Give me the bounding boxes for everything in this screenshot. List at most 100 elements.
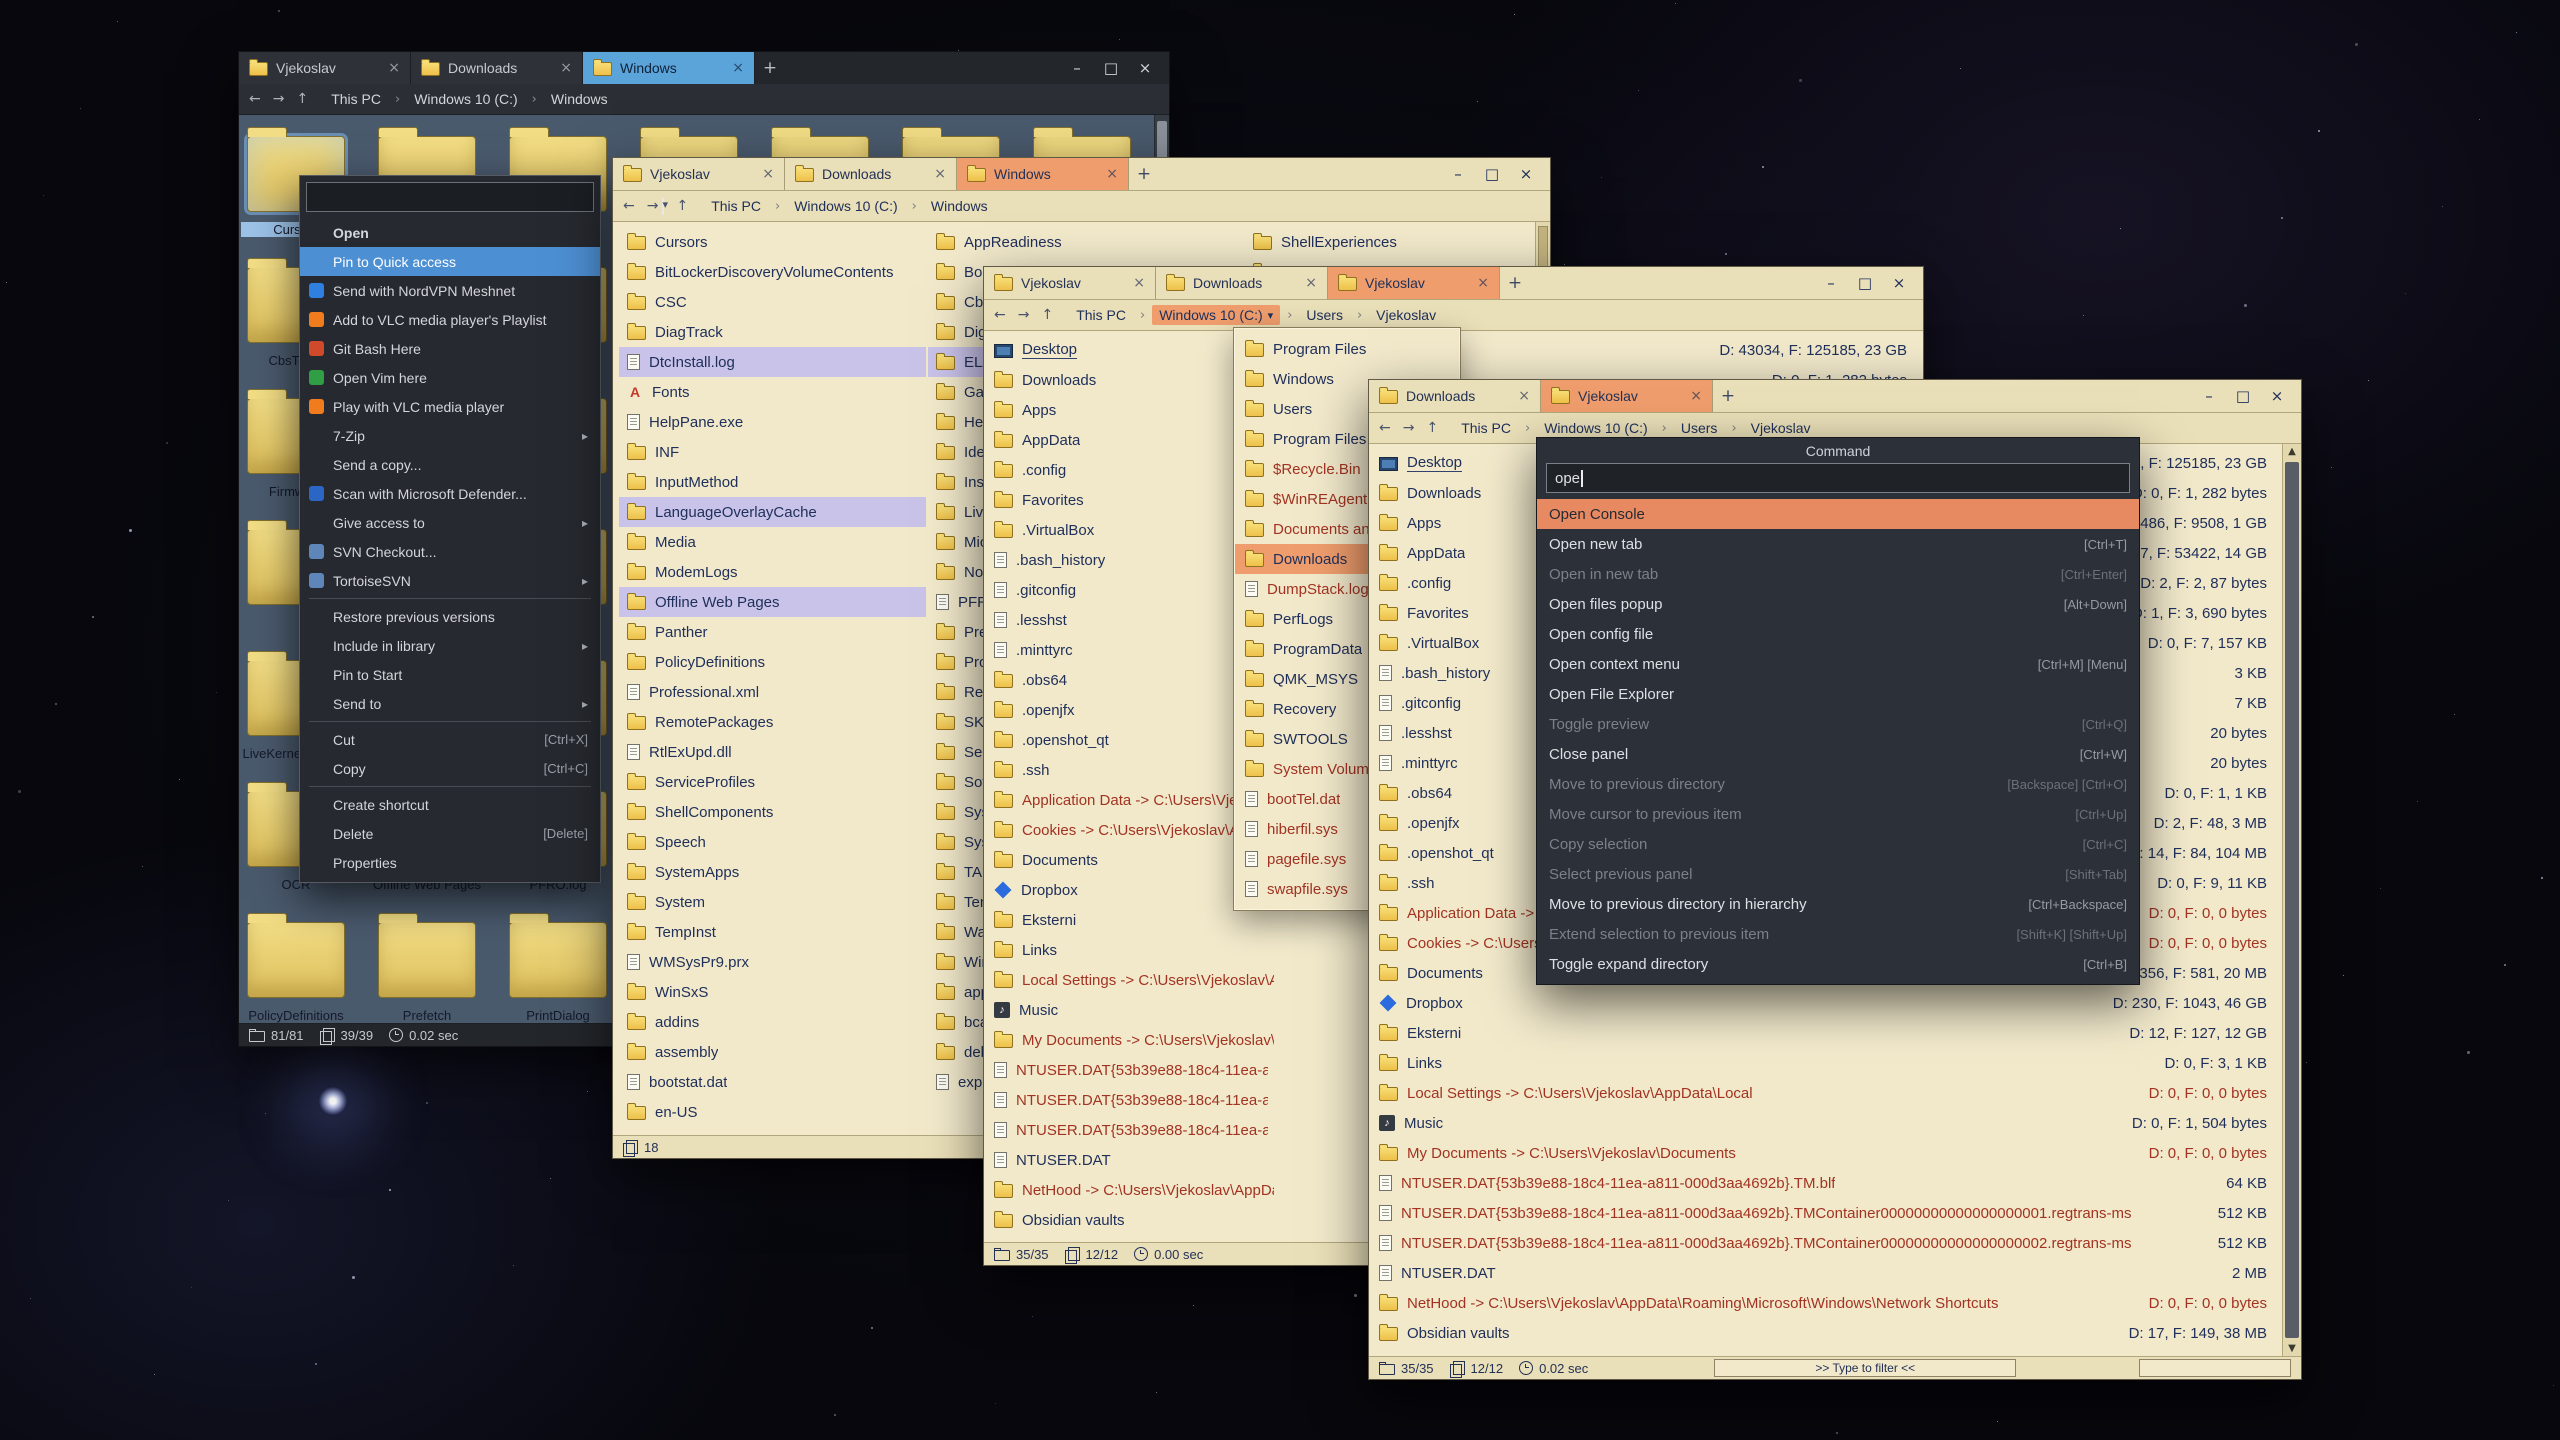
tab-close-icon[interactable]: × (1518, 388, 1530, 404)
file-row-program-files[interactable]: Program Files (1235, 334, 1459, 364)
file-row-offline-web-pages[interactable]: Offline Web Pages (619, 587, 926, 617)
file-row-panther[interactable]: Panther (619, 617, 926, 647)
file-row-diagtrack[interactable]: DiagTrack (619, 317, 926, 347)
palette-command-copy-selection[interactable]: Copy selection[Ctrl+C] (1537, 829, 2139, 859)
file-row-dropbox[interactable]: DropboxD: 230, F: 1043, 46 GB (1371, 988, 2299, 1018)
window-maximize-button[interactable]: □ (1095, 59, 1127, 77)
scroll-up-icon[interactable]: ▲ (2283, 446, 2301, 457)
history-dropdown-icon[interactable]: ▾ (662, 198, 664, 215)
palette-search-input[interactable]: ope (1546, 463, 2130, 493)
window-titlebar[interactable]: Vjekoslav×Downloads×Windows×+ –□× (613, 158, 1550, 191)
breadcrumb-item-this-pc[interactable]: This PC (704, 196, 768, 216)
file-row-ntuser-dat-53b39e88-18c4-11ea-a811-000d3aa4692b-tmcontainer00000000000000000001-regtrans-ms[interactable]: NTUSER.DAT{53b39e88-18c4-11ea-a811-000d3… (1371, 1198, 2299, 1228)
tab-vjekoslav[interactable]: Vjekoslav× (984, 267, 1156, 299)
file-row-wmsyspr9-prx[interactable]: WMSysPr9.prx (619, 947, 926, 977)
scrollbar-thumb[interactable] (2285, 462, 2299, 1338)
menu-item-create-shortcut[interactable]: Create shortcut (300, 790, 600, 819)
tab-vjekoslav[interactable]: Vjekoslav× (1541, 380, 1713, 412)
grid-item[interactable]: PolicyDefinitions (241, 910, 351, 1023)
breadcrumb-item-windows-10-c[interactable]: Windows 10 (C:) (787, 196, 904, 216)
palette-command-move-to-previous-directory-in-hierarchy[interactable]: Move to previous directory in hierarchy[… (1537, 889, 2139, 919)
drive-dropdown-caret-icon[interactable]: ▾ (1268, 309, 1274, 322)
file-row-nethood[interactable]: NetHood -> C:\Users\Vjekoslav\AppData\Ro… (1371, 1288, 2299, 1318)
file-row-cursors[interactable]: Cursors (619, 227, 926, 257)
tab-vjekoslav[interactable]: Vjekoslav× (1328, 267, 1500, 299)
forward-icon[interactable]: → (1403, 420, 1415, 436)
file-row-bootstat-dat[interactable]: bootstat.dat (619, 1067, 926, 1097)
palette-command-open-file-explorer[interactable]: Open File Explorer (1537, 679, 2139, 709)
breadcrumb-item-vjekoslav[interactable]: Vjekoslav (1744, 418, 1818, 438)
tab-close-icon[interactable]: × (934, 166, 946, 182)
menu-item-svn-checkout[interactable]: SVN Checkout... (300, 537, 600, 566)
file-row-fonts[interactable]: AFonts (619, 377, 926, 407)
menu-item-pin-to-quick-access[interactable]: Pin to Quick access (300, 247, 600, 276)
file-row-local-settings[interactable]: Local Settings -> C:\Users\Vjekoslav\App… (1371, 1078, 2299, 1108)
window-titlebar[interactable]: Vjekoslav×Downloads×Vjekoslav×+ –□× (984, 267, 1923, 300)
tab-downloads[interactable]: Downloads× (1156, 267, 1328, 299)
menu-item-open-vim-here[interactable]: Open Vim here (300, 363, 600, 392)
grid-item[interactable]: PrintDialog (503, 910, 613, 1023)
file-row-serviceprofiles[interactable]: ServiceProfiles (619, 767, 926, 797)
menu-item-play-with-vlc-media-player[interactable]: Play with VLC media player (300, 392, 600, 421)
breadcrumb-item-vjekoslav[interactable]: Vjekoslav (1369, 305, 1443, 325)
file-row-appreadiness[interactable]: AppReadiness (928, 227, 1244, 257)
breadcrumb-item-windows[interactable]: Windows (924, 196, 995, 216)
file-row-addins[interactable]: addins (619, 1007, 926, 1037)
file-row-en-us[interactable]: en-US (619, 1097, 926, 1127)
palette-command-move-cursor-to-previous-item[interactable]: Move cursor to previous item[Ctrl+Up] (1537, 799, 2139, 829)
menu-item-send-with-nordvpn-meshnet[interactable]: Send with NordVPN Meshnet (300, 276, 600, 305)
window-maximize-button[interactable]: □ (2227, 387, 2259, 405)
tab-close-icon[interactable]: × (388, 60, 400, 76)
tab-close-icon[interactable]: × (1690, 388, 1702, 404)
file-row-policydefinitions[interactable]: PolicyDefinitions (619, 647, 926, 677)
menu-item-include-in-library[interactable]: Include in library▸ (300, 631, 600, 660)
breadcrumb-item-windows-10-c[interactable]: Windows 10 (C:)▾ (1152, 305, 1280, 325)
file-row-eksterni[interactable]: EksterniD: 12, F: 127, 12 GB (1371, 1018, 2299, 1048)
menu-item-pin-to-start[interactable]: Pin to Start (300, 660, 600, 689)
menu-item-restore-previous-versions[interactable]: Restore previous versions (300, 602, 600, 631)
forward-icon[interactable]: → (273, 91, 285, 107)
file-row-system[interactable]: System (619, 887, 926, 917)
window-close-button[interactable]: × (2261, 387, 2293, 405)
palette-command-toggle-expand-directory[interactable]: Toggle expand directory[Ctrl+B] (1537, 949, 2139, 979)
file-row-ntuser-dat[interactable]: NTUSER.DAT2 MB (1371, 1258, 2299, 1288)
window-minimize-button[interactable]: – (1442, 165, 1474, 183)
file-row-modemlogs[interactable]: ModemLogs (619, 557, 926, 587)
palette-command-open-console[interactable]: Open Console (1537, 499, 2139, 529)
palette-command-open-config-file[interactable]: Open config file (1537, 619, 2139, 649)
new-tab-button[interactable]: + (1500, 267, 1530, 299)
scroll-down-icon[interactable]: ▼ (2283, 1343, 2301, 1354)
forward-icon[interactable]: → (647, 198, 659, 214)
file-manager-window-user-front[interactable]: Downloads×Vjekoslav×+ –□× ←→↑ This PC›Wi… (1368, 379, 2302, 1380)
menu-item-send-a-copy[interactable]: Send a copy... (300, 450, 600, 479)
tab-close-icon[interactable]: × (1133, 275, 1145, 291)
tab-close-icon[interactable]: × (762, 166, 774, 182)
menu-item-delete[interactable]: Delete[Delete] (300, 819, 600, 848)
file-row-bitlockerdiscoveryvolumecontents[interactable]: BitLockerDiscoveryVolumeContents (619, 257, 926, 287)
breadcrumb-item-windows-10-c[interactable]: Windows 10 (C:) (407, 89, 524, 109)
file-row-csc[interactable]: CSC (619, 287, 926, 317)
breadcrumb-item-this-pc[interactable]: This PC (324, 89, 388, 109)
new-tab-button[interactable]: + (1129, 158, 1159, 190)
tab-close-icon[interactable]: × (1477, 275, 1489, 291)
file-row-inputmethod[interactable]: InputMethod (619, 467, 926, 497)
back-icon[interactable]: ← (1379, 420, 1391, 436)
menu-item-cut[interactable]: Cut[Ctrl+X] (300, 725, 600, 754)
tab-downloads[interactable]: Downloads× (411, 52, 583, 84)
file-row-professional-xml[interactable]: Professional.xml (619, 677, 926, 707)
menu-item-copy[interactable]: Copy[Ctrl+C] (300, 754, 600, 783)
file-row-media[interactable]: Media (619, 527, 926, 557)
scrollbar[interactable]: ▲ ▼ (2282, 444, 2301, 1356)
palette-command-extend-selection-to-previous-item[interactable]: Extend selection to previous item[Shift+… (1537, 919, 2139, 949)
up-icon[interactable]: ↑ (676, 198, 688, 214)
tab-downloads[interactable]: Downloads× (785, 158, 957, 190)
tab-windows[interactable]: Windows× (583, 52, 755, 84)
menu-filter-input[interactable] (306, 182, 594, 212)
window-close-button[interactable]: × (1510, 165, 1542, 183)
file-row-languageoverlaycache[interactable]: LanguageOverlayCache (619, 497, 926, 527)
file-row-ntuser-dat-53b39e88-18c4-11ea-a811-000d3aa4692b-tmcontainer00000000000000000002-regtrans-ms[interactable]: NTUSER.DAT{53b39e88-18c4-11ea-a811-000d3… (1371, 1228, 2299, 1258)
breadcrumb-item-users[interactable]: Users (1674, 418, 1725, 438)
forward-icon[interactable]: → (1018, 307, 1030, 323)
breadcrumb-item-windows[interactable]: Windows (544, 89, 615, 109)
up-icon[interactable]: ↑ (1426, 420, 1438, 436)
